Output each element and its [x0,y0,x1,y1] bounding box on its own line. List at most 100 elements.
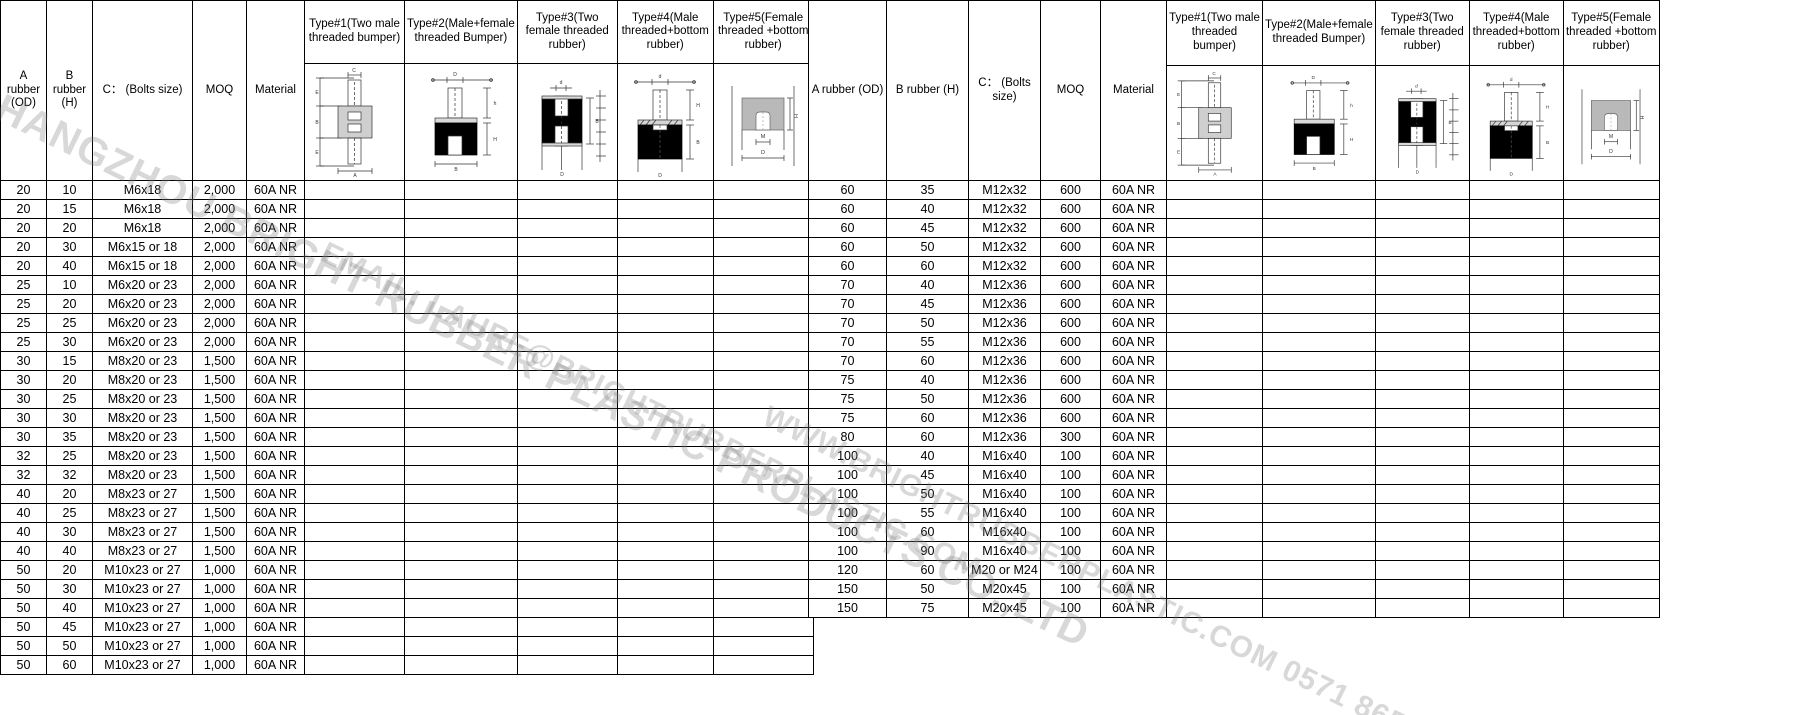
cell-type5-availability [712,199,814,219]
cell-type3-availability [1374,294,1470,314]
cell-type2-availability [1262,408,1376,428]
cell-material: 60A NR [1100,256,1167,276]
cell-type4-availability [616,484,714,504]
cell-type1-availability [1166,351,1263,371]
cell-type4-availability [1468,370,1564,390]
cell-type4-availability [1468,218,1564,238]
cell-b-rubber-h: 60 [886,522,969,542]
table-row: 50 30 M10x23 or 27 1,000 60A NR [0,579,814,599]
cell-type4-availability [1468,427,1564,447]
cell-a-rubber-od: 25 [0,275,47,295]
cell-moq: 300 [1040,427,1101,447]
table-row: 100 50 M16x40 100 60A NR [808,484,1660,504]
cell-material: 60A NR [246,541,305,561]
cell-bolts-size: M16x40 [968,465,1041,485]
cell-type3-availability [1374,427,1470,447]
cell-a-rubber-od: 50 [0,598,47,618]
cell-type4-availability [616,389,714,409]
left-spec-table: A rubber (OD) B rubber (H) C： (Bolts siz… [0,0,814,675]
left-spec-table-wrapper: A rubber (OD) B rubber (H) C： (Bolts siz… [0,0,814,675]
cell-type5-availability [1562,256,1660,276]
cell-type1-availability [1166,389,1263,409]
cell-a-rubber-od: 75 [808,370,887,390]
cell-type3-availability [1374,598,1470,618]
col-header-type5: Type#5(Female threaded +bottom rubber) [1562,0,1660,66]
cell-type4-availability [616,541,714,561]
svg-text:h: h [1350,103,1353,109]
cell-a-rubber-od: 80 [808,427,887,447]
cell-b-rubber-h: 15 [46,351,93,371]
cell-type1-availability [304,370,405,390]
col-header-type1: Type#1(Two male threaded bumper) [1166,0,1263,66]
cell-type5-availability [712,275,814,295]
cell-material: 60A NR [1100,294,1167,314]
cell-moq: 2,000 [192,275,247,295]
drawing-label-e2: E [315,150,319,156]
cell-moq: 2,000 [192,313,247,333]
table-row: 40 40 M8x23 or 27 1,500 60A NR [0,541,814,561]
cell-type4-availability [1468,237,1564,257]
col-header-type2: Type#2(Male+female threaded Bumper) [1262,0,1376,66]
cell-material: 60A NR [246,180,305,200]
cell-type5-availability [1562,541,1660,561]
cell-b-rubber-h: 40 [886,446,969,466]
cell-bolts-size: M10x23 or 27 [92,560,193,580]
col-header-type2: Type#2(Male+female threaded Bumper) [404,0,518,65]
cell-type3-availability [516,560,618,580]
drawing-type1: C E B E A [304,63,405,181]
cell-type3-availability [1374,237,1470,257]
cell-moq: 600 [1040,218,1101,238]
cell-b-rubber-h: 15 [46,199,93,219]
cell-bolts-size: M6x20 or 23 [92,275,193,295]
cell-type4-availability [616,636,714,656]
cell-type2-availability [404,579,518,599]
cell-a-rubber-od: 32 [0,446,47,466]
cell-type3-availability [1374,199,1470,219]
table-row: 20 15 M6x18 2,000 60A NR [0,199,814,219]
cell-material: 60A NR [246,199,305,219]
svg-text:d: d [659,74,662,80]
spec-sheet: A rubber (OD) B rubber (H) C： (Bolts siz… [0,0,1819,715]
cell-bolts-size: M8x20 or 23 [92,408,193,428]
drawing-type3: d B D [516,63,618,181]
cell-type3-availability [1374,275,1470,295]
cell-type3-availability [516,465,618,485]
cell-type1-availability [304,294,405,314]
cell-bolts-size: M8x20 or 23 [92,370,193,390]
cell-type4-availability [616,294,714,314]
cell-material: 60A NR [1100,579,1167,599]
table-row: 80 60 M12x36 300 60A NR [808,427,1660,447]
table-row: 70 55 M12x36 600 60A NR [808,332,1660,352]
cell-bolts-size: M6x20 or 23 [92,294,193,314]
cell-type3-availability [1374,313,1470,333]
cell-bolts-size: M6x18 [92,199,193,219]
cell-b-rubber-h: 30 [46,579,93,599]
cell-material: 60A NR [246,218,305,238]
cell-bolts-size: M12x32 [968,237,1041,257]
svg-text:C: C [1212,71,1216,77]
drawing-type3: d B D [1374,64,1470,181]
cell-moq: 2,000 [192,199,247,219]
cell-bolts-size: M12x36 [968,332,1041,352]
cell-b-rubber-h: 60 [886,560,969,580]
cell-a-rubber-od: 50 [0,560,47,580]
cell-type2-availability [404,503,518,523]
cell-moq: 1,500 [192,408,247,428]
cell-type3-availability [516,313,618,333]
table-row: 20 40 M6x15 or 18 2,000 60A NR [0,256,814,276]
cell-type1-availability [1166,503,1263,523]
cell-moq: 1,500 [192,503,247,523]
cell-a-rubber-od: 40 [0,484,47,504]
cell-type2-availability [404,180,518,200]
cell-type2-availability [1262,332,1376,352]
cell-b-rubber-h: 32 [46,465,93,485]
cell-b-rubber-h: 35 [886,180,969,200]
cell-material: 60A NR [1100,351,1167,371]
cell-type3-availability [516,484,618,504]
cell-type3-availability [516,503,618,523]
cell-type2-availability [1262,218,1376,238]
col-header-b-rubber-h: B rubber (H) [886,0,969,181]
cell-type3-availability [516,199,618,219]
cell-moq: 1,000 [192,598,247,618]
cell-a-rubber-od: 20 [0,256,47,276]
